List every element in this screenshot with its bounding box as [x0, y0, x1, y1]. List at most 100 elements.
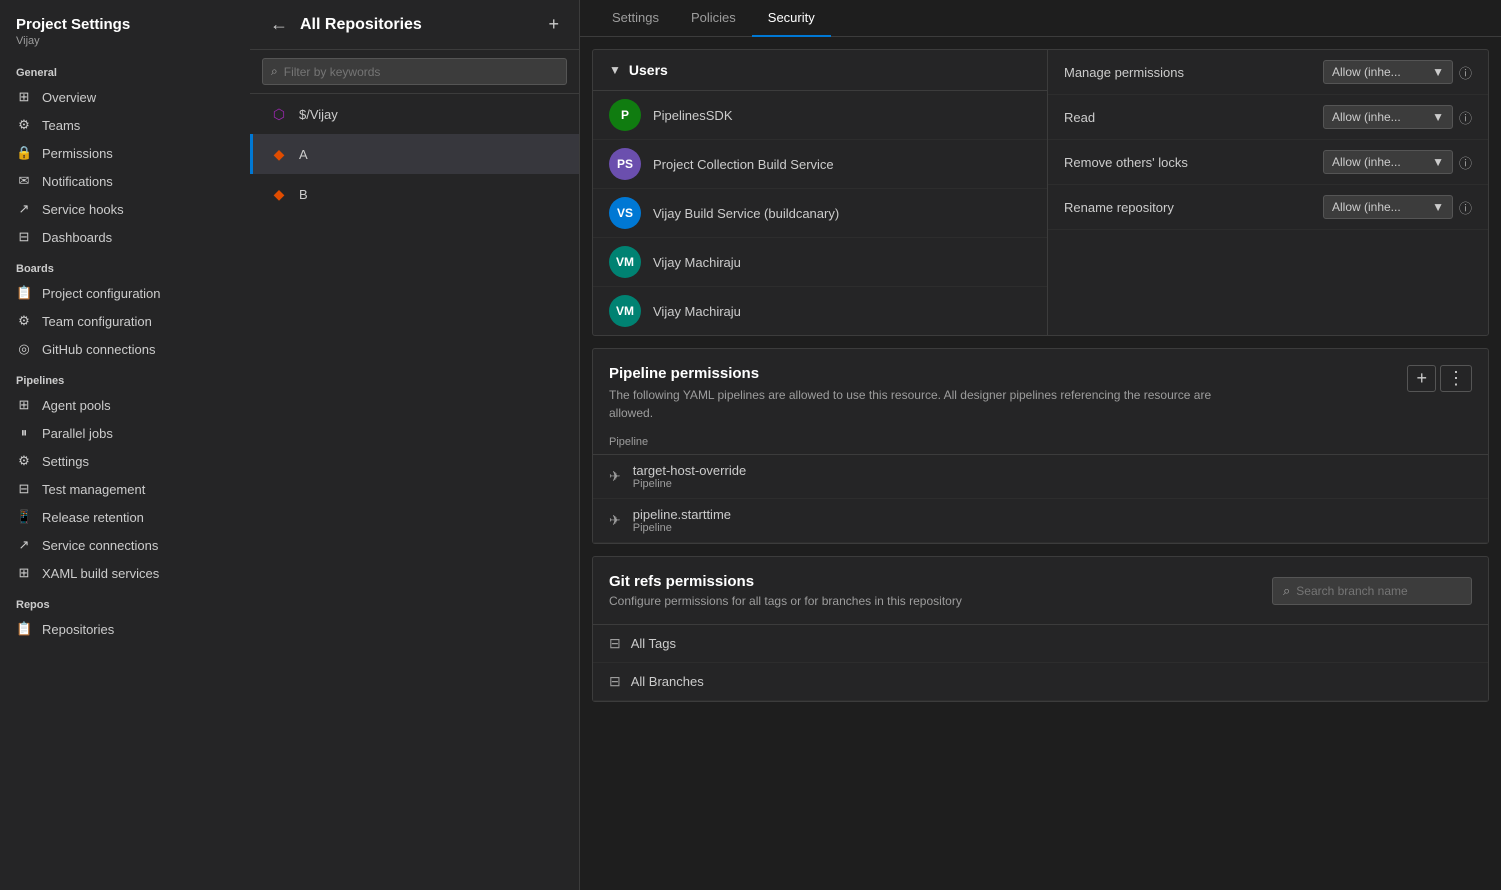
sidebar-item-github[interactable]: ◎ GitHub connections — [0, 335, 250, 363]
pipeline-type-target-host: Pipeline — [633, 478, 746, 490]
sidebar-item-dashboards[interactable]: ⊟ Dashboards — [0, 223, 250, 251]
perm-info-remove-locks[interactable]: ⓘ — [1459, 153, 1472, 172]
permissions-column: Manage permissions Allow (inhe... ▼ ⓘ Re… — [1048, 50, 1488, 335]
sidebar-item-pipeline-settings[interactable]: ⚙ Settings — [0, 447, 250, 475]
project-config-icon: 📋 — [16, 285, 32, 301]
pipeline-permissions-section: Pipeline permissions The following YAML … — [592, 348, 1489, 544]
sidebar-item-repositories[interactable]: 📋 Repositories — [0, 615, 250, 643]
pipeline-name-target-host: target-host-override — [633, 463, 746, 478]
repo-list: ⬡ $/Vijay ◆ A ◆ B — [250, 94, 579, 890]
pipeline-settings-icon: ⚙ — [16, 453, 32, 469]
user-name-pipelines-sdk: PipelinesSDK — [653, 108, 733, 123]
avatar-vs-build: VS — [609, 197, 641, 229]
perm-row-manage: Manage permissions Allow (inhe... ▼ ⓘ — [1048, 50, 1488, 95]
user-row-pipelines-sdk[interactable]: P PipelinesSDK — [593, 91, 1047, 140]
avatar-pipelines-sdk: P — [609, 99, 641, 131]
add-pipeline-button[interactable]: + — [1407, 365, 1436, 392]
sidebar-section-repos: Repos — [0, 587, 250, 615]
perm-select-manage-value: Allow (inhe... — [1332, 65, 1401, 79]
middle-title: All Repositories — [300, 16, 422, 34]
add-repo-button[interactable]: + — [544, 12, 563, 37]
git-refs-title: Git refs permissions — [609, 573, 962, 590]
overview-icon: ⊞ — [16, 89, 32, 105]
pipeline-permissions-header: Pipeline permissions The following YAML … — [593, 349, 1488, 422]
avatar-vijay-2: VM — [609, 295, 641, 327]
perm-info-manage[interactable]: ⓘ — [1459, 63, 1472, 82]
tab-policies[interactable]: Policies — [675, 0, 752, 37]
avatar-build-service: PS — [609, 148, 641, 180]
xaml-icon: ⊞ — [16, 565, 32, 581]
user-name-build-service: Project Collection Build Service — [653, 157, 834, 172]
sidebar-item-service-hooks[interactable]: ↗ Service hooks — [0, 195, 250, 223]
repo-icon-vijay: ⬡ — [269, 104, 289, 124]
pipeline-icon-target-host: ✈ — [609, 468, 621, 485]
pipeline-row-target-host[interactable]: ✈ target-host-override Pipeline — [593, 455, 1488, 499]
sidebar-section-pipelines: Pipelines — [0, 363, 250, 391]
perm-row-read: Read Allow (inhe... ▼ ⓘ — [1048, 95, 1488, 140]
user-name-vs-build: Vijay Build Service (buildcanary) — [653, 206, 839, 221]
sidebar-item-overview[interactable]: ⊞ Overview — [0, 83, 250, 111]
filter-input[interactable] — [284, 65, 558, 79]
chevron-down-icon: ▼ — [1432, 65, 1444, 79]
perm-info-read[interactable]: ⓘ — [1459, 108, 1472, 127]
sidebar-pipeline-settings-label: Settings — [42, 454, 89, 469]
users-toggle[interactable]: ▼ — [609, 63, 621, 77]
perm-row-rename: Rename repository Allow (inhe... ▼ ⓘ — [1048, 185, 1488, 230]
tab-settings[interactable]: Settings — [596, 0, 675, 37]
perm-select-rename[interactable]: Allow (inhe... ▼ — [1323, 195, 1453, 219]
sidebar-item-team-config[interactable]: ⚙ Team configuration — [0, 307, 250, 335]
git-refs-header: Git refs permissions Configure permissio… — [593, 557, 1488, 625]
perm-info-rename[interactable]: ⓘ — [1459, 198, 1472, 217]
repo-item-b[interactable]: ◆ B — [250, 174, 579, 214]
sidebar-item-teams[interactable]: ⚙ Teams — [0, 111, 250, 139]
pipeline-type-starttime: Pipeline — [633, 522, 731, 534]
user-row-vijay-1[interactable]: VM Vijay Machiraju — [593, 238, 1047, 287]
sidebar-title: Project Settings — [16, 16, 234, 33]
middle-panel: ← All Repositories + ⌕ ⬡ $/Vijay ◆ A ◆ B — [250, 0, 580, 890]
tag-row-all-tags[interactable]: ⊟ All Tags — [593, 625, 1488, 663]
user-info-build-service: PS Project Collection Build Service — [609, 148, 834, 180]
tag-name-all-tags: All Tags — [631, 636, 676, 651]
sidebar-item-test-management[interactable]: ⊟ Test management — [0, 475, 250, 503]
tag-row-all-branches[interactable]: ⊟ All Branches — [593, 663, 1488, 701]
perm-select-read[interactable]: Allow (inhe... ▼ — [1323, 105, 1453, 129]
filter-icon: ⌕ — [271, 64, 278, 79]
sidebar-item-agent-pools[interactable]: ⊞ Agent pools — [0, 391, 250, 419]
repo-item-a[interactable]: ◆ A — [250, 134, 579, 174]
pipeline-row-starttime[interactable]: ✈ pipeline.starttime Pipeline — [593, 499, 1488, 543]
user-row-vs-build[interactable]: VS Vijay Build Service (buildcanary) — [593, 189, 1047, 238]
repo-name-vijay: $/Vijay — [299, 107, 338, 122]
sidebar-release-retention-label: Release retention — [42, 510, 144, 525]
search-branch-icon: ⌕ — [1283, 583, 1290, 599]
perm-select-manage[interactable]: Allow (inhe... ▼ — [1323, 60, 1453, 84]
user-row-build-service[interactable]: PS Project Collection Build Service — [593, 140, 1047, 189]
pipeline-info-target-host: target-host-override Pipeline — [633, 463, 746, 490]
pipeline-permissions-actions: + ⋮ — [1407, 365, 1472, 392]
search-branch-input[interactable] — [1296, 584, 1446, 598]
sidebar-item-project-config[interactable]: 📋 Project configuration — [0, 279, 250, 307]
pipeline-permissions-desc: The following YAML pipelines are allowed… — [609, 386, 1249, 422]
search-branch-wrapper[interactable]: ⌕ — [1272, 577, 1472, 605]
middle-header: ← All Repositories + — [250, 0, 579, 50]
filter-bar: ⌕ — [250, 50, 579, 94]
perm-select-rename-value: Allow (inhe... — [1332, 200, 1401, 214]
sidebar-github-label: GitHub connections — [42, 342, 155, 357]
perm-select-remove-locks[interactable]: Allow (inhe... ▼ — [1323, 150, 1453, 174]
sidebar-item-release-retention[interactable]: 📱 Release retention — [0, 503, 250, 531]
sidebar-item-permissions[interactable]: 🔒 Permissions — [0, 139, 250, 167]
sidebar-item-xaml[interactable]: ⊞ XAML build services — [0, 559, 250, 587]
user-info-vijay-1: VM Vijay Machiraju — [609, 246, 741, 278]
user-row-vijay-2[interactable]: VM Vijay Machiraju — [593, 287, 1047, 335]
tag-icon-all-branches: ⊟ — [609, 673, 621, 690]
filter-input-wrapper[interactable]: ⌕ — [262, 58, 567, 85]
back-button[interactable]: ← — [266, 12, 292, 37]
sidebar-item-notifications[interactable]: ✉ Notifications — [0, 167, 250, 195]
sidebar-item-service-connections[interactable]: ↗ Service connections — [0, 531, 250, 559]
repo-item-vijay[interactable]: ⬡ $/Vijay — [250, 94, 579, 134]
sidebar-item-parallel-jobs[interactable]: ⏸ Parallel jobs — [0, 419, 250, 447]
user-info-pipelines-sdk: P PipelinesSDK — [609, 99, 733, 131]
tab-security[interactable]: Security — [752, 0, 831, 37]
agent-pools-icon: ⊞ — [16, 397, 32, 413]
pipeline-icon-starttime: ✈ — [609, 512, 621, 529]
pipeline-more-button[interactable]: ⋮ — [1440, 365, 1472, 392]
